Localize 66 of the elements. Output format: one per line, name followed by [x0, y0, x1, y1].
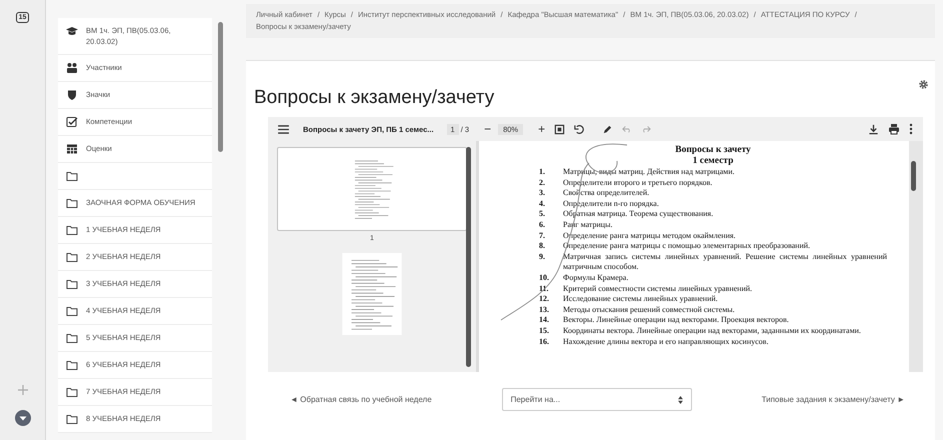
question-text: Методы отыскания решений совместной системы.	[563, 304, 735, 316]
settings-icon[interactable]	[918, 79, 929, 90]
question-number: 8.	[539, 241, 546, 252]
question-number: 10.	[539, 272, 550, 284]
question-number: 4.	[539, 198, 546, 210]
shield-icon	[66, 89, 78, 101]
question-text: Векторы. Линейные операции над векторами. Проекция векторов.	[563, 315, 789, 326]
question-number: 11.	[539, 284, 550, 294]
previous-link[interactable]: ◄ Обратная связь по учебной неделе	[290, 395, 432, 404]
question-text: Определители n-го порядка.	[563, 198, 659, 210]
fit-page-icon[interactable]	[554, 124, 566, 134]
question-number: 3.	[539, 188, 546, 199]
zoom-in-button[interactable]: +	[538, 122, 546, 136]
question-text: Определители второго и третьего порядков.	[563, 178, 712, 188]
folder-icon	[66, 386, 78, 398]
question-text: Обратная матрица. Теорема существования.	[563, 209, 714, 220]
question-text: Определение ранга матрицы с помощью элементарных преобразований.	[563, 241, 810, 252]
question-text: Матричная запись системы линейных уравнений. Решение системы линейных уравнений матричным способом.	[563, 252, 887, 273]
question-number: 5.	[539, 209, 546, 220]
folder-icon	[66, 332, 78, 344]
question-number: 2.	[539, 178, 546, 188]
question-text: Исследование системы линейных уравнений.	[563, 294, 718, 305]
folder-icon	[66, 305, 78, 317]
question-number: 15.	[539, 326, 550, 336]
question-text: Свойства определителей.	[563, 188, 650, 199]
question-number: 13.	[539, 304, 550, 316]
folder-icon	[66, 359, 78, 371]
document-heading: Вопросы к зачету	[674, 145, 752, 156]
question-number: 6.	[539, 220, 546, 231]
question-number: 12.	[539, 294, 550, 305]
jump-to-select[interactable]: Перейти на...	[502, 388, 692, 411]
question-text: Определение ранга матрицы методом окаймления.	[563, 230, 736, 242]
collapse-icon[interactable]	[14, 410, 30, 426]
table-icon	[66, 143, 78, 155]
question-number: 7.	[539, 230, 546, 242]
menu-icon[interactable]	[278, 124, 289, 134]
rotate-icon[interactable]	[574, 124, 586, 134]
page-thumbnail[interactable]	[277, 147, 467, 231]
question-number: 16.	[539, 336, 550, 348]
page-title: Вопросы к экзамену/зачету	[254, 87, 494, 109]
download-icon[interactable]	[868, 124, 879, 134]
scrollbar[interactable]	[466, 147, 471, 367]
graduation-cap-icon	[66, 25, 78, 37]
question-text: Координаты вектора. Линейные операции над векторами, заданными их координатами.	[563, 326, 861, 336]
question-text: Формулы Крамера.	[563, 272, 628, 284]
document-subheading: 1 семестр	[692, 156, 734, 167]
question-text: Ранг матрицы.	[563, 220, 612, 231]
question-text: Нахождение длины вектора и его направляющих косинусов.	[563, 336, 768, 348]
more-icon[interactable]	[909, 123, 913, 135]
folder-icon	[66, 413, 78, 425]
select-caret-icon	[678, 396, 683, 404]
question-number: 14.	[539, 315, 550, 326]
users-icon	[66, 62, 78, 74]
question-number: 1.	[539, 167, 546, 178]
next-link[interactable]: Типовые задания к экзамену/зачету ►	[762, 395, 905, 404]
zoom-out-button[interactable]: −	[484, 122, 492, 136]
folder-icon	[66, 197, 78, 209]
folder-icon	[66, 224, 78, 236]
checkbox-icon	[66, 116, 78, 128]
pen-icon[interactable]	[602, 124, 614, 134]
question-text: Критерий совместности системы линейных уравнений.	[563, 284, 752, 294]
folder-icon	[66, 170, 78, 182]
folder-icon	[66, 251, 78, 263]
folder-icon	[66, 278, 78, 290]
print-icon[interactable]	[888, 123, 900, 135]
question-number: 9.	[539, 252, 546, 263]
